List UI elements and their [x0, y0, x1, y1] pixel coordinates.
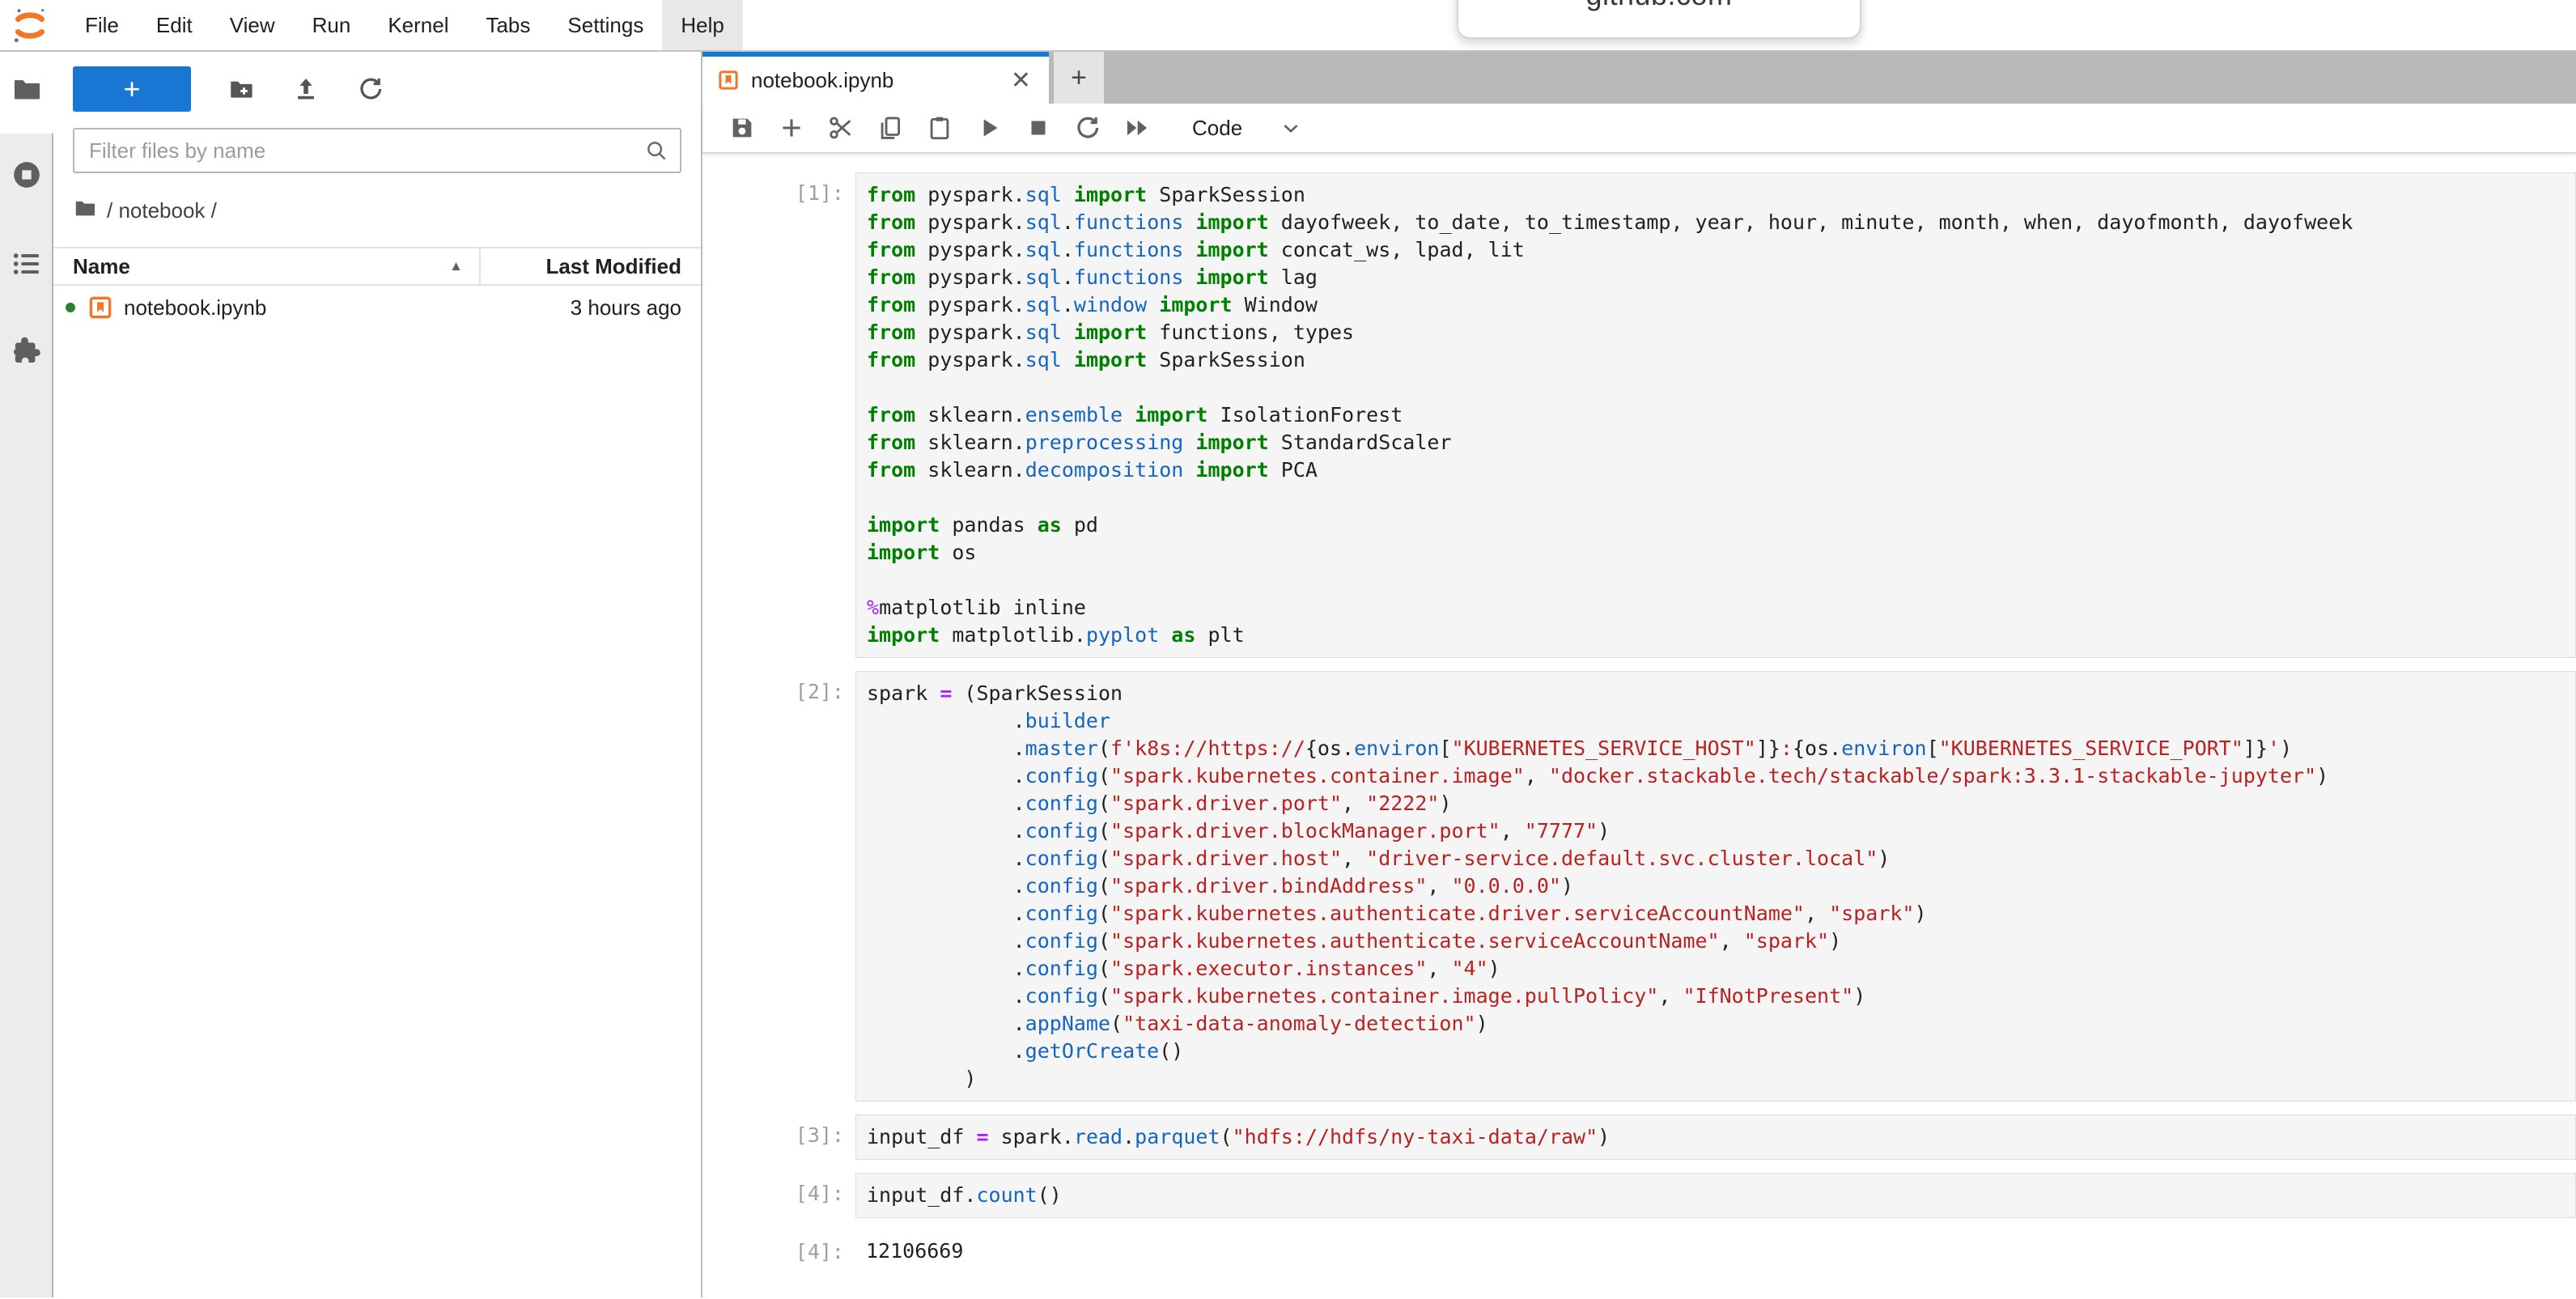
- new-launcher-button[interactable]: +: [73, 66, 191, 112]
- new-folder-icon: [225, 75, 257, 103]
- app-shell: +: [0, 52, 2576, 1297]
- upload-button[interactable]: [290, 73, 322, 105]
- save-icon: [728, 114, 756, 142]
- notebook-file-icon: [87, 295, 113, 321]
- refresh-button[interactable]: [354, 73, 387, 105]
- copy-icon: [876, 114, 904, 142]
- column-header-name[interactable]: Name ▲: [53, 248, 481, 284]
- kernel-running-dot: [66, 303, 75, 312]
- jupyter-logo: [11, 6, 49, 45]
- cell-prompt: [3]:: [702, 1114, 855, 1160]
- menu-help[interactable]: Help: [662, 0, 742, 50]
- file-filter-input[interactable]: [74, 129, 680, 172]
- restart-icon: [1074, 114, 1101, 142]
- notebook-toolbar: Code: [702, 104, 2576, 154]
- notebook-cells: [1]:from pyspark.sql import SparkSession…: [702, 154, 2576, 1297]
- paste-cells-button[interactable]: [926, 114, 953, 142]
- interrupt-kernel-button[interactable]: [1025, 114, 1052, 142]
- cut-cells-button[interactable]: [827, 114, 855, 142]
- sidebar-tab-file-browser[interactable]: [11, 73, 43, 105]
- menu-kernel[interactable]: Kernel: [369, 0, 467, 50]
- activity-bar-background: [0, 134, 53, 1297]
- sort-ascending-icon: ▲: [449, 258, 463, 274]
- run-cell-button[interactable]: [975, 114, 1003, 142]
- menu-bar: File Edit View Run Kernel Tabs Settings …: [0, 0, 2576, 52]
- dock-tab-bar: notebook.ipynb ✕ +: [702, 52, 2576, 104]
- popup-text: github.com: [1585, 0, 1732, 12]
- chevron-down-icon: [1280, 117, 1302, 139]
- new-tab-button[interactable]: +: [1054, 52, 1104, 104]
- activity-bar: [0, 52, 53, 1297]
- sidebar-tab-extensions[interactable]: [11, 333, 43, 366]
- file-last-modified: 3 hours ago: [266, 295, 701, 321]
- cell-editor[interactable]: from pyspark.sql import SparkSessionfrom…: [855, 172, 2576, 658]
- breadcrumb-path: / notebook /: [107, 198, 217, 223]
- menu-view[interactable]: View: [211, 0, 294, 50]
- search-icon: [644, 138, 668, 163]
- file-browser-toolbar: +: [53, 52, 701, 112]
- code-cell: [2]:spark = (SparkSession .builder .mast…: [702, 671, 2576, 1102]
- code-cell: [3]:input_df = spark.read.parquet("hdfs:…: [702, 1114, 2576, 1160]
- menu-file[interactable]: File: [66, 0, 138, 50]
- cell-editor[interactable]: input_df.count(): [855, 1173, 2576, 1218]
- run-icon: [975, 114, 1003, 142]
- plus-icon: +: [1071, 62, 1087, 93]
- main-area: notebook.ipynb ✕ +: [702, 52, 2576, 1297]
- file-name: notebook.ipynb: [124, 295, 266, 321]
- output-text: 12106669: [855, 1231, 963, 1263]
- tab-notebook[interactable]: notebook.ipynb ✕: [702, 52, 1049, 104]
- cell-prompt: [2]:: [702, 671, 855, 1102]
- restart-kernel-button[interactable]: [1074, 114, 1101, 142]
- notebook-tab-icon: [717, 69, 740, 91]
- menu-tabs[interactable]: Tabs: [467, 0, 549, 50]
- cell-editor[interactable]: input_df = spark.read.parquet("hdfs://hd…: [855, 1114, 2576, 1160]
- close-tab-button[interactable]: ✕: [1008, 66, 1034, 95]
- browser-popup: github.com: [1457, 0, 1861, 39]
- code-cell: [1]:from pyspark.sql import SparkSession…: [702, 172, 2576, 658]
- sidebar-tab-table-of-contents[interactable]: [11, 248, 43, 280]
- home-folder-icon: [73, 196, 107, 226]
- paste-icon: [926, 114, 953, 142]
- cell-prompt: [4]:: [702, 1173, 855, 1218]
- tab-label: notebook.ipynb: [751, 68, 1008, 93]
- stop-icon: [1025, 114, 1052, 142]
- file-filter-box: [73, 128, 681, 173]
- copy-cells-button[interactable]: [876, 114, 904, 142]
- folder-icon: [11, 73, 43, 105]
- upload-icon: [290, 75, 322, 103]
- scissors-icon: [827, 114, 855, 142]
- plus-icon: [778, 114, 805, 142]
- output-area: [4]:12106669: [702, 1231, 2576, 1263]
- file-browser-panel: +: [53, 52, 702, 1297]
- menu-settings[interactable]: Settings: [549, 0, 662, 50]
- stop-circle-icon: [11, 159, 43, 191]
- code-cell: [4]:input_df.count(): [702, 1173, 2576, 1218]
- cell-prompt: [1]:: [702, 172, 855, 658]
- cell-editor[interactable]: spark = (SparkSession .builder .master(f…: [855, 671, 2576, 1102]
- list-icon: [11, 248, 43, 280]
- file-list-header: Name ▲ Last Modified: [53, 247, 701, 286]
- restart-run-all-button[interactable]: [1123, 114, 1151, 142]
- add-cell-button[interactable]: [778, 114, 805, 142]
- breadcrumb[interactable]: / notebook /: [73, 196, 681, 226]
- menu-edit[interactable]: Edit: [138, 0, 211, 50]
- column-header-last-modified[interactable]: Last Modified: [481, 248, 701, 284]
- fast-forward-icon: [1123, 114, 1151, 142]
- menu-run[interactable]: Run: [294, 0, 370, 50]
- save-button[interactable]: [728, 114, 756, 142]
- cell-type-value: Code: [1192, 116, 1242, 141]
- sidebar-tab-running-sessions[interactable]: [11, 159, 43, 191]
- refresh-icon: [354, 75, 387, 103]
- cell-prompt: [4]:: [702, 1231, 855, 1263]
- close-icon: ✕: [1011, 67, 1031, 94]
- puzzle-icon: [11, 333, 43, 366]
- file-list-item[interactable]: notebook.ipynb 3 hours ago: [53, 286, 701, 329]
- cell-type-dropdown[interactable]: Code: [1192, 116, 1302, 141]
- new-folder-button[interactable]: [225, 73, 257, 105]
